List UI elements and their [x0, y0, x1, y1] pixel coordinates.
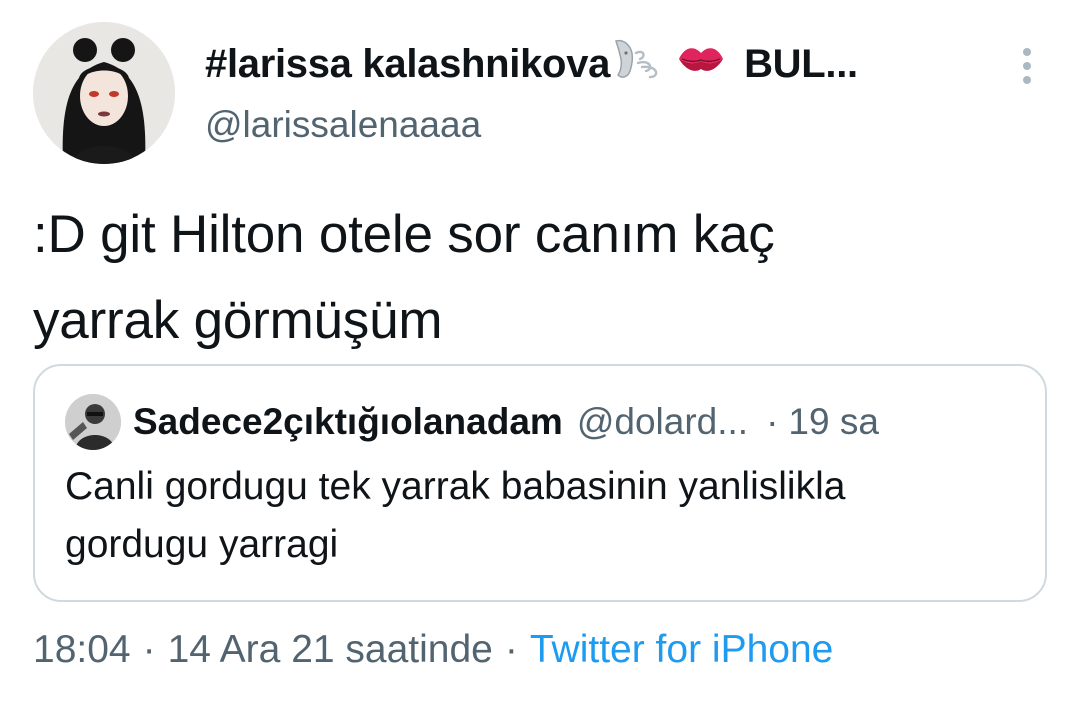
tweet-date[interactable]: 14 Ara 21 saatinde [168, 628, 493, 672]
quoted-tweet-header: Sadece2çıktığıolanadam @dolard... · 19 s… [133, 396, 879, 448]
quoted-tweet-separator: · [766, 401, 779, 442]
tweet-time[interactable]: 18:04 [33, 628, 131, 672]
tweet-text-line: yarrak görmüşüm [33, 291, 443, 350]
wind-blowing-face-icon [610, 35, 674, 93]
quoted-author-avatar [65, 394, 121, 450]
author-display-name: #larissa kalashnikova [205, 41, 611, 86]
tweet-metadata: 18:04 · 14 Ara 21 saatinde · Twitter for… [33, 624, 833, 676]
quoted-tweet-text-line: Canli gordugu tek yarrak babasinin yanli… [65, 465, 846, 508]
metadata-separator: · [142, 628, 156, 671]
tweet-source-link[interactable]: Twitter for iPhone [530, 628, 833, 672]
quoted-tweet-text-line: gordugu yarragi [65, 523, 339, 566]
tweet-text: :D git Hilton otele sor canım kaç yarrak… [33, 192, 1043, 364]
quoted-author-handle: @dolard... [576, 401, 749, 442]
author-handle[interactable]: @larissalenaaaa [205, 104, 481, 146]
kiss-mark-icon [676, 41, 726, 87]
more-options-icon[interactable] [1012, 44, 1042, 88]
quoted-author-display-name: Sadece2çıktığıolanadam [133, 401, 563, 442]
tweet-text-line: :D git Hilton otele sor canım kaç [33, 205, 775, 264]
quoted-tweet-time: 19 sa [788, 401, 879, 442]
author-display-name-suffix: BUL... [744, 41, 858, 86]
quoted-tweet-text: Canli gordugu tek yarrak babasinin yanli… [65, 458, 1025, 574]
metadata-separator: · [504, 628, 518, 671]
author-name-row[interactable]: #larissa kalashnikova BUL... [205, 38, 858, 90]
quoted-tweet-card[interactable]: Sadece2çıktığıolanadam @dolard... · 19 s… [33, 364, 1047, 602]
author-avatar[interactable] [33, 22, 175, 164]
